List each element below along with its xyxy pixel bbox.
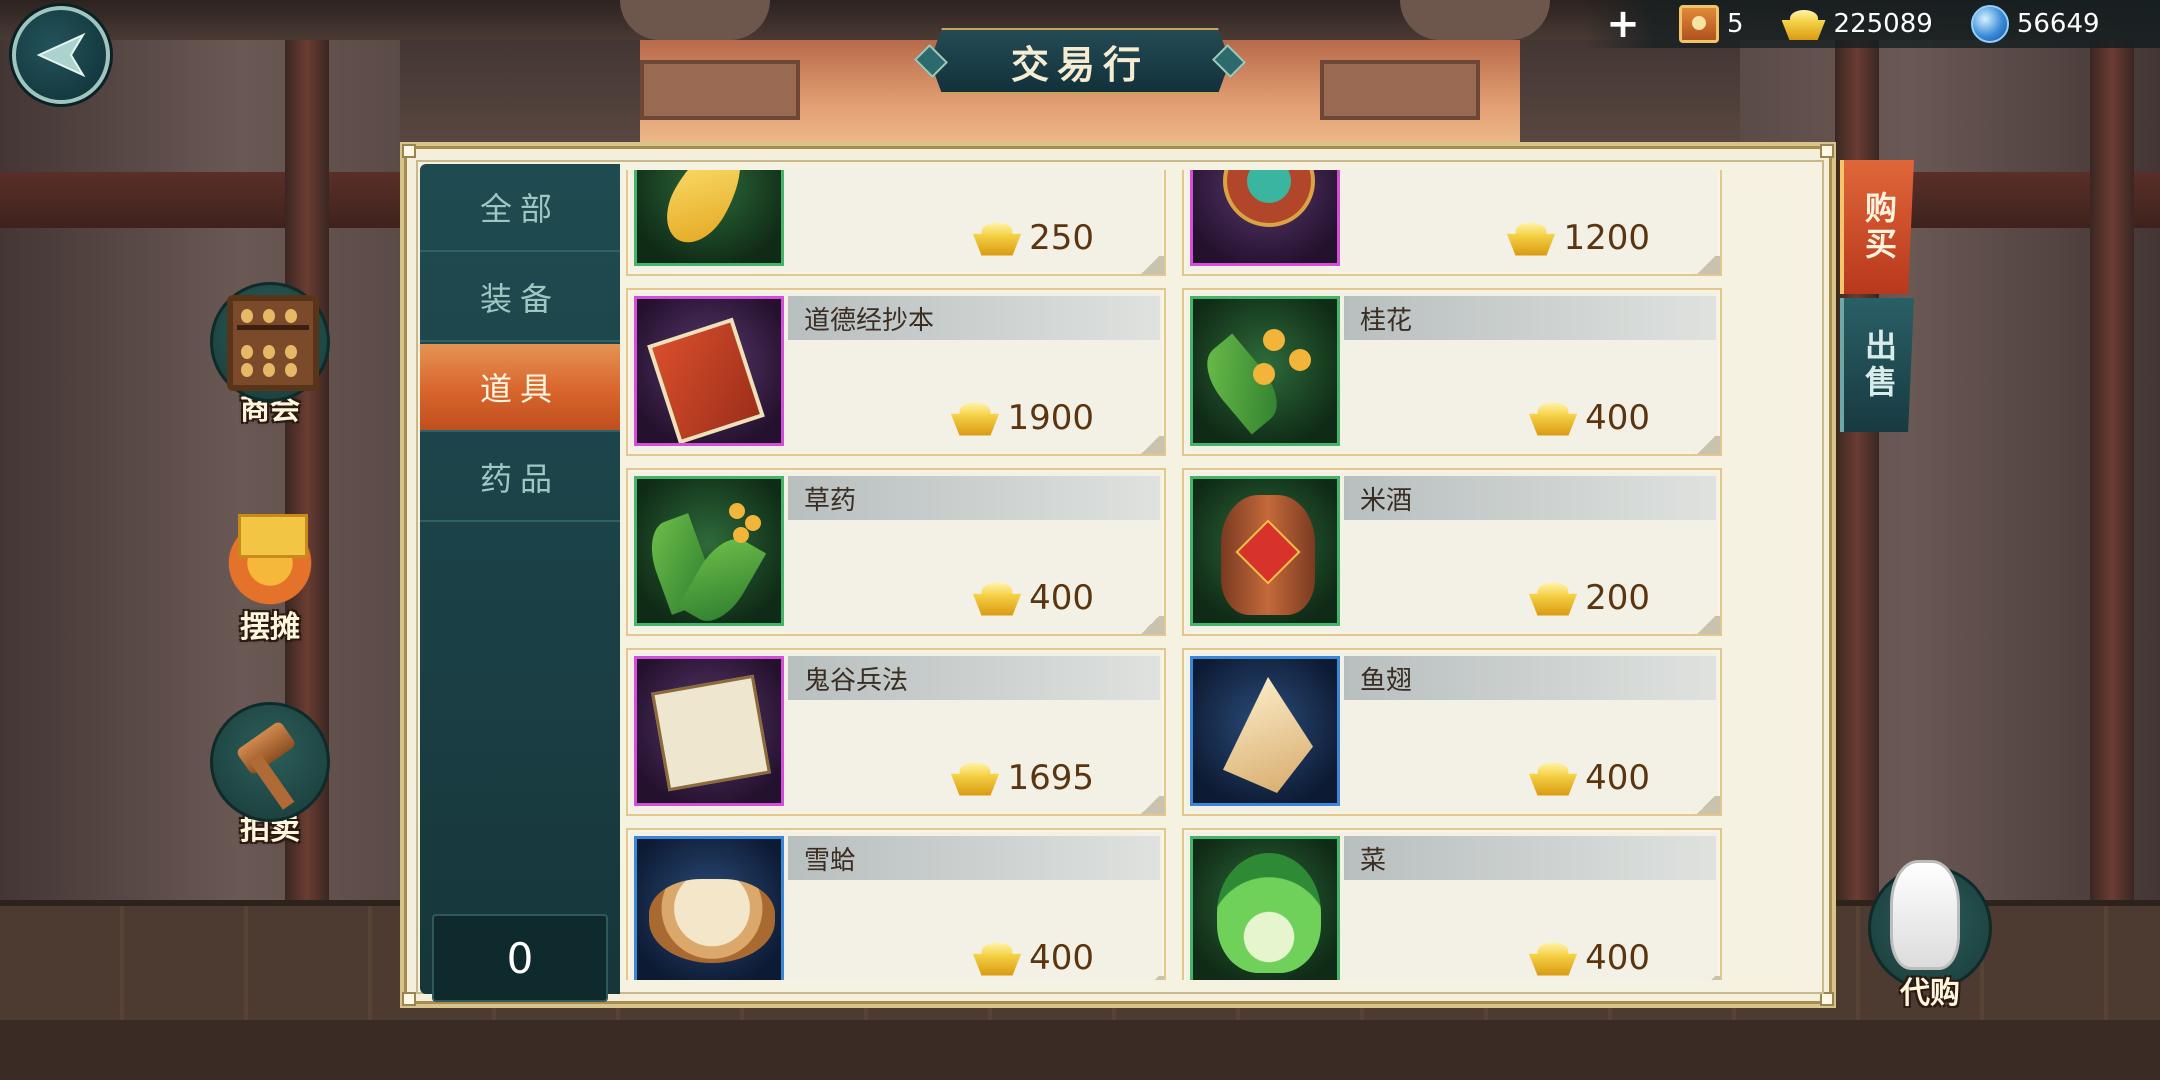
gold-ingot-icon — [1528, 580, 1578, 616]
item-price: 400 — [1528, 938, 1650, 978]
horse-icon — [1890, 860, 1960, 970]
gold-ingot-icon — [951, 400, 1000, 436]
item-name: 雪蛤 — [804, 846, 857, 876]
blue-pearl-icon — [1970, 5, 2009, 43]
gold-ingot-icon — [1528, 940, 1578, 976]
item-name: 道德经抄本 — [804, 306, 935, 336]
scroll-icon — [637, 659, 781, 803]
proxy-purchase-button[interactable]: 代购 — [1860, 860, 2000, 1011]
buy-tab[interactable]: 购买 — [1840, 160, 1914, 294]
ticket-counter: 5 — [1679, 5, 1744, 43]
gold-ingot-icon — [1781, 8, 1826, 40]
item-card[interactable]: 1200 — [1182, 170, 1722, 276]
gold-ingot-icon — [951, 760, 1000, 796]
item-card[interactable]: 菜 400 — [1182, 828, 1722, 980]
stall-button[interactable]: 摆摊 — [200, 500, 340, 646]
item-card[interactable]: 桂花 400 — [1182, 288, 1722, 456]
item-card[interactable]: 米酒 200 — [1182, 468, 1722, 636]
item-price: 1695 — [951, 758, 1094, 798]
item-card[interactable]: 草药 400 — [626, 468, 1166, 636]
item-price: 1200 — [1507, 218, 1650, 258]
item-name: 草药 — [804, 486, 857, 516]
category-tab-all[interactable]: 全部 — [420, 164, 620, 252]
gold-ingot-icon — [1528, 400, 1578, 436]
item-price: 200 — [1528, 578, 1650, 618]
item-price: 250 — [972, 218, 1094, 258]
item-price: 400 — [972, 578, 1094, 618]
osmanthus-icon — [1193, 299, 1337, 443]
currency-bar: + 5 225089 56649 — [1585, 0, 2160, 48]
item-name: 米酒 — [1360, 486, 1413, 516]
auction-button[interactable]: 拍卖 — [200, 702, 340, 848]
abacus-icon — [227, 295, 319, 391]
soup-bowl-icon — [637, 839, 781, 980]
item-card[interactable]: 250 — [626, 170, 1166, 276]
cabbage-icon — [1193, 839, 1337, 980]
item-price: 400 — [1528, 758, 1650, 798]
title-banner: 交易行 — [914, 28, 1246, 94]
gold-ingot-icon — [1507, 220, 1556, 256]
item-card[interactable]: 鬼谷兵法 1695 — [626, 648, 1166, 816]
item-card[interactable]: 雪蛤 400 — [626, 828, 1166, 980]
golden-feather-icon — [637, 170, 781, 263]
item-price: 1900 — [951, 398, 1094, 438]
item-price: 400 — [972, 938, 1094, 978]
page-title: 交易行 — [1010, 41, 1149, 87]
ticket-icon — [1679, 5, 1719, 43]
trade-panel: 全部 装备 道具 药品 0 250 1200 道德经抄本 1900 桂花 400… — [400, 142, 1836, 1008]
item-name: 桂花 — [1360, 306, 1413, 336]
embroidered-ball-icon — [1193, 170, 1337, 263]
category-sidebar: 全部 装备 道具 药品 0 — [420, 164, 620, 1002]
item-name: 菜 — [1360, 846, 1387, 876]
category-tab-medicine[interactable]: 药品 — [420, 434, 620, 522]
gavel-icon — [231, 720, 311, 810]
item-name: 鱼翅 — [1360, 666, 1413, 696]
herb-icon — [637, 479, 781, 623]
category-tab-items[interactable]: 道具 — [420, 344, 620, 432]
item-card[interactable]: 道德经抄本 1900 — [626, 288, 1166, 456]
book-icon — [637, 299, 781, 443]
item-card[interactable]: 鱼翅 400 — [1182, 648, 1722, 816]
sell-tab[interactable]: 出售 — [1840, 298, 1914, 432]
item-name: 鬼谷兵法 — [804, 666, 909, 696]
back-button[interactable] — [12, 6, 110, 104]
back-arrow-icon — [36, 32, 86, 78]
gold-ingot-icon — [972, 580, 1022, 616]
gold-ingot-icon — [972, 940, 1022, 976]
wine-jar-icon — [1193, 479, 1337, 623]
shark-fin-icon — [1193, 659, 1337, 803]
chamber-of-commerce-button[interactable]: 商会 — [200, 282, 340, 428]
item-grid[interactable]: 250 1200 道德经抄本 1900 桂花 400 草药 400 米酒 200… — [626, 170, 1806, 980]
add-currency-button[interactable]: + — [1605, 1, 1641, 47]
gold-ingot-counter: 225089 — [1781, 8, 1933, 40]
item-price: 400 — [1528, 398, 1650, 438]
gold-ingot-icon — [972, 220, 1022, 256]
pearl-counter: 56649 — [1970, 5, 2100, 43]
stall-icon — [220, 508, 320, 608]
counter-display: 0 — [432, 914, 608, 1002]
category-tab-equipment[interactable]: 装备 — [420, 254, 620, 342]
gold-ingot-icon — [1528, 760, 1578, 796]
